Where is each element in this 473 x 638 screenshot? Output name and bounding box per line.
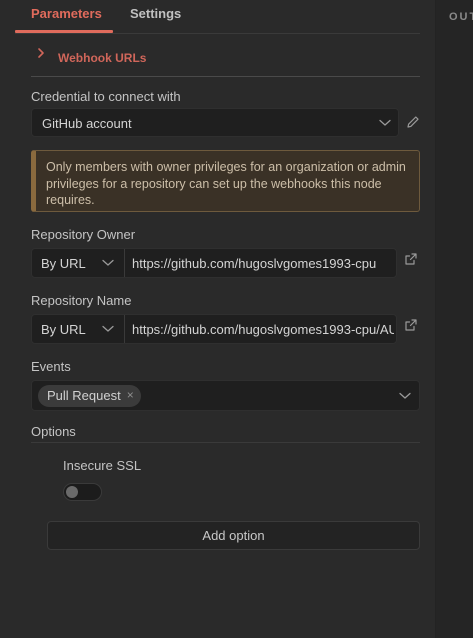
event-chip-label: Pull Request: [47, 388, 121, 403]
external-link-icon[interactable]: [404, 252, 418, 266]
repository-name-mode-select[interactable]: By URL: [32, 315, 125, 343]
repository-name-label: Repository Name: [31, 293, 132, 308]
tab-bar: Parameters Settings: [15, 0, 420, 34]
credential-value: GitHub account: [42, 116, 132, 131]
insecure-ssl-label: Insecure SSL: [63, 458, 142, 473]
repository-name-url-input[interactable]: https://github.com/hugoslvgomes1993-cpu/…: [132, 322, 394, 337]
options-divider: [31, 442, 420, 443]
node-parameters-panel: Parameters Settings Webhook URLs Credent…: [0, 0, 435, 638]
repository-owner-url-input[interactable]: https://github.com/hugoslvgomes1993-cpu: [132, 256, 394, 271]
repository-owner-mode-select[interactable]: By URL: [32, 249, 125, 277]
insecure-ssl-toggle[interactable]: [63, 483, 102, 501]
repository-owner-mode-value: By URL: [41, 256, 86, 271]
credential-select[interactable]: GitHub account: [31, 108, 399, 137]
chevron-right-icon: [38, 48, 44, 58]
external-link-icon[interactable]: [404, 318, 418, 332]
credential-label: Credential to connect with: [31, 89, 181, 104]
tab-settings[interactable]: Settings: [130, 6, 181, 21]
repository-owner-label: Repository Owner: [31, 227, 136, 242]
output-panel: OUT: [435, 0, 473, 638]
events-label: Events: [31, 359, 71, 374]
output-panel-label: OUT: [449, 11, 473, 23]
chevron-down-icon: [379, 119, 391, 126]
section-title: Webhook URLs: [58, 51, 147, 65]
repository-owner-field: By URL https://github.com/hugoslvgomes19…: [31, 248, 397, 278]
repository-name-mode-value: By URL: [41, 322, 86, 337]
chevron-down-icon: [399, 392, 411, 399]
notice-text: Only members with owner privileges for a…: [46, 160, 406, 207]
pencil-icon[interactable]: [406, 115, 420, 129]
chip-remove-icon[interactable]: ×: [127, 385, 134, 406]
events-multiselect[interactable]: Pull Request ×: [31, 380, 420, 411]
chevron-down-icon: [102, 325, 114, 332]
permission-notice: Only members with owner privileges for a…: [31, 150, 420, 212]
chevron-down-icon: [102, 259, 114, 266]
tab-parameters[interactable]: Parameters: [31, 6, 102, 21]
toggle-knob: [66, 486, 78, 498]
add-option-button[interactable]: Add option: [47, 521, 420, 550]
active-tab-indicator: [15, 30, 113, 33]
options-label: Options: [31, 424, 76, 439]
event-chip: Pull Request ×: [38, 385, 141, 407]
repository-name-field: By URL https://github.com/hugoslvgomes19…: [31, 314, 397, 344]
webhook-urls-section[interactable]: Webhook URLs: [31, 44, 420, 77]
